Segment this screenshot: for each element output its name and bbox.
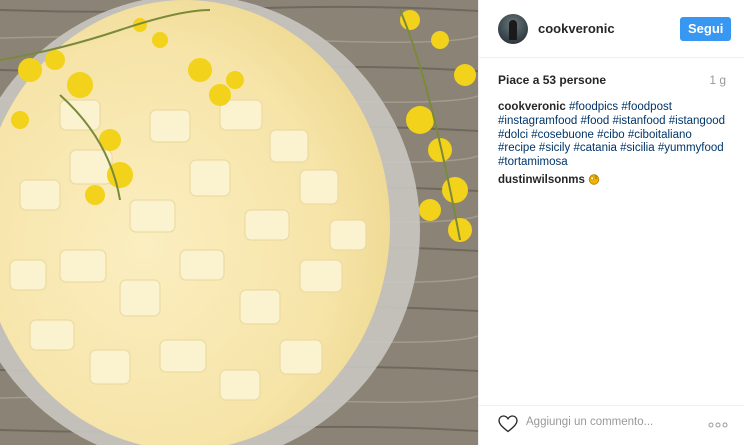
hashtag-link[interactable]: #tortamimosa: [498, 156, 568, 168]
avatar[interactable]: [498, 14, 528, 44]
add-comment-input[interactable]: Aggiungi un commento...: [526, 416, 653, 428]
comment-username[interactable]: dustinwilsonms: [498, 174, 585, 186]
hashtag-link[interactable]: #yummyfood: [658, 142, 724, 154]
follow-button[interactable]: Segui: [680, 17, 732, 41]
post-time[interactable]: 1 g: [709, 73, 726, 87]
post-photo-image: [0, 0, 478, 445]
hashtag-link[interactable]: #instagramfood: [498, 115, 577, 127]
hashtag-link[interactable]: #cosebuone: [531, 129, 594, 141]
caption: cookveronic #foodpics #foodpost #instagr…: [498, 101, 728, 170]
ok-hand-icon: [588, 174, 600, 185]
hashtag-link[interactable]: #cibo: [597, 129, 625, 141]
hashtag-link[interactable]: #sicilia: [620, 142, 655, 154]
post-photo: [0, 0, 478, 445]
hashtag-link[interactable]: #foodpics: [569, 101, 618, 113]
author-username[interactable]: cookveronic: [538, 21, 615, 36]
hashtag-link[interactable]: #recipe: [498, 142, 536, 154]
more-icon[interactable]: [708, 422, 728, 428]
comment: dustinwilsonms: [498, 173, 600, 186]
hashtag-link[interactable]: #dolci: [498, 129, 528, 141]
caption-username[interactable]: cookveronic: [498, 101, 566, 113]
likes-count[interactable]: Piace a 53 persone: [498, 73, 606, 87]
hashtag-link[interactable]: #food: [580, 115, 609, 127]
hashtag-link[interactable]: #foodpost: [621, 101, 672, 113]
hashtag-link[interactable]: #ciboitaliano: [628, 129, 692, 141]
heart-icon[interactable]: [498, 415, 518, 433]
post-sidebar: cookveronic Segui Piace a 53 persone 1 g…: [478, 0, 744, 445]
post-footer: Aggiungi un commento...: [479, 405, 744, 445]
hashtag-link[interactable]: #istanfood: [612, 115, 665, 127]
hashtag-link[interactable]: #istangood: [669, 115, 725, 127]
hashtag-link[interactable]: #sicily: [539, 142, 570, 154]
hashtag-link[interactable]: #catania: [573, 142, 616, 154]
post-header: cookveronic Segui: [479, 0, 744, 58]
